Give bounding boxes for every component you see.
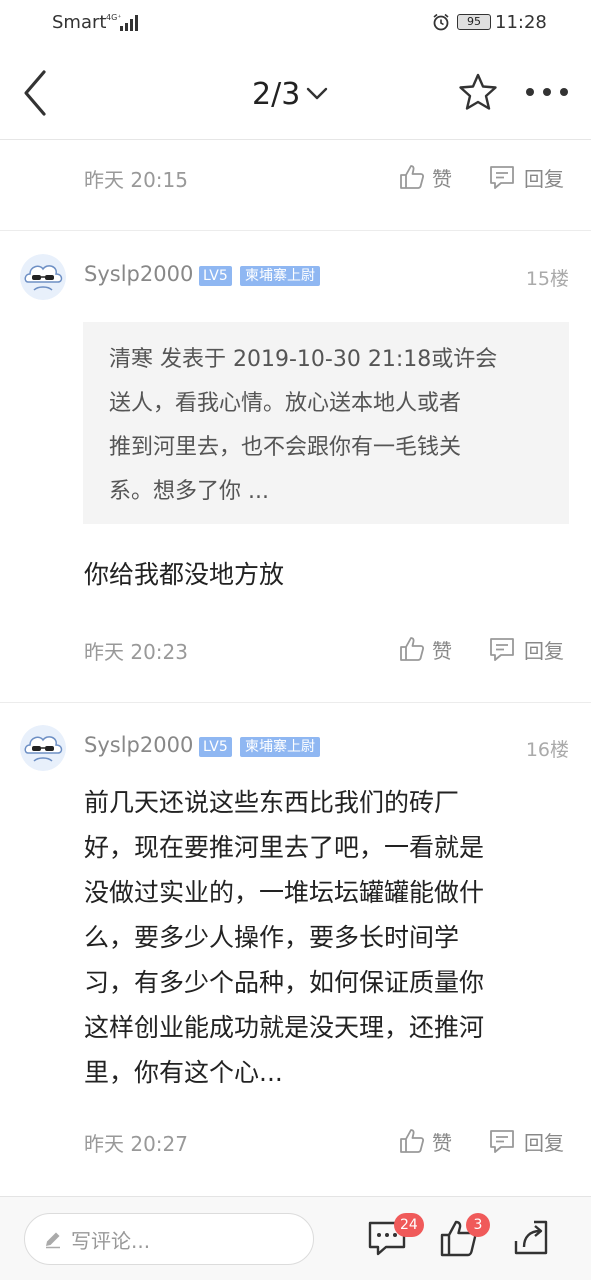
floor-number: 16楼 xyxy=(525,739,569,761)
comment-icon xyxy=(490,166,514,189)
comment-input[interactable]: 写评论... xyxy=(24,1213,314,1265)
quote-line: 系。想多了你 ... xyxy=(109,479,269,504)
reply-button[interactable]: 回复 xyxy=(488,632,564,666)
post-header: Syslp2000 LV5 柬埔寨上尉 15楼 xyxy=(0,252,591,302)
like-label: 赞 xyxy=(432,1130,452,1155)
title-badge: 柬埔寨上尉 xyxy=(240,266,320,286)
reply-label: 回复 xyxy=(524,1130,564,1155)
thumbs-up-icon xyxy=(400,165,425,189)
bottom-action-bar: 写评论... 24 3 xyxy=(0,1196,591,1280)
post-body-line: 你给我都没地方放 xyxy=(84,560,285,589)
back-icon[interactable] xyxy=(18,68,54,118)
reply-label: 回复 xyxy=(524,638,564,663)
more-icon[interactable] xyxy=(524,84,570,100)
chevron-down-icon xyxy=(307,87,328,100)
quote-line: 清寒 发表于 2019-10-30 21:18或许会 xyxy=(109,347,498,372)
top-nav-bar: 2/3 xyxy=(0,46,591,140)
post-time: 昨天 20:23 xyxy=(84,640,188,664)
reply-button[interactable]: 回复 xyxy=(488,1124,564,1158)
like-label: 赞 xyxy=(432,638,452,663)
post-meta-row: 昨天 20:27 赞 回复 xyxy=(0,1122,591,1162)
post-meta-row: 昨天 20:23 赞 回复 xyxy=(0,630,591,670)
network-type-label: 4G⁺ xyxy=(106,13,122,22)
like-button[interactable]: 赞 xyxy=(398,1124,452,1158)
post-body-line: 前几天还说这些东西比我们的砖厂 xyxy=(84,788,460,817)
avatar-cloud-icon xyxy=(20,254,66,300)
post-time: 昨天 20:27 xyxy=(84,1132,188,1156)
level-badge: LV5 xyxy=(199,266,232,286)
signal-icon: 4G⁺ xyxy=(106,13,138,31)
reply-button[interactable]: 回复 xyxy=(488,160,564,194)
clock: 11:28 xyxy=(495,12,547,33)
page-indicator: 2/3 xyxy=(252,76,301,112)
share-icon[interactable] xyxy=(510,1217,552,1259)
comment-placeholder: 写评论... xyxy=(71,1228,151,1253)
title-badge: 柬埔寨上尉 xyxy=(240,737,320,757)
reply-label: 回复 xyxy=(524,166,564,191)
post-body-line: 这样创业能成功就是没天理，还推河 xyxy=(84,1013,485,1042)
page-selector[interactable]: 2/3 xyxy=(252,74,328,114)
post-body-line: 没做过实业的，一堆坛坛罐罐能做什 xyxy=(84,878,485,907)
comment-icon xyxy=(490,638,514,661)
alarm-icon xyxy=(433,13,449,31)
quote-block: 清寒 发表于 2019-10-30 21:18或许会 送人，看我心情。放心送本地… xyxy=(83,322,569,524)
divider xyxy=(0,230,591,231)
avatar-cloud-icon xyxy=(20,725,66,771)
post-meta-row: 昨天 20:15 赞 回复 xyxy=(0,158,591,198)
username[interactable]: Syslp2000 xyxy=(84,262,193,286)
comment-icon xyxy=(490,1130,514,1153)
carrier-label: Smart xyxy=(52,12,107,33)
quote-line: 推到河里去，也不会跟你有一毛钱关 xyxy=(109,435,462,460)
divider xyxy=(0,702,591,703)
post-body-line: 好，现在要推河里去了吧，一看就是 xyxy=(84,833,485,862)
username[interactable]: Syslp2000 xyxy=(84,733,193,757)
post-body-line: 习，有多少个品种，如何保证质量你 xyxy=(84,968,485,997)
battery-icon: 95 xyxy=(457,14,491,30)
avatar[interactable] xyxy=(20,725,66,771)
quote-line: 送人，看我心情。放心送本地人或者 xyxy=(109,391,462,416)
like-button[interactable]: 赞 xyxy=(398,160,452,194)
post-body: 你给我都没地方放 xyxy=(84,552,554,597)
post-body-line: 么，要多少人操作，要多长时间学 xyxy=(84,923,460,952)
like-count-badge: 3 xyxy=(466,1213,490,1237)
post-time: 昨天 20:15 xyxy=(84,168,188,192)
like-label: 赞 xyxy=(432,166,452,191)
floor-number: 15楼 xyxy=(525,268,569,290)
avatar[interactable] xyxy=(20,254,66,300)
star-icon[interactable] xyxy=(458,72,498,112)
like-button[interactable]: 赞 xyxy=(398,632,452,666)
post-header: Syslp2000 LV5 柬埔寨上尉 16楼 xyxy=(0,723,591,773)
post-body: 前几天还说这些东西比我们的砖厂 好，现在要推河里去了吧，一看就是 没做过实业的，… xyxy=(84,780,554,1095)
post-body-line: 里，你有这个心... xyxy=(84,1058,283,1087)
thumbs-up-icon xyxy=(400,637,425,661)
comment-count-badge: 24 xyxy=(394,1213,424,1237)
pencil-icon xyxy=(46,1232,60,1249)
level-badge: LV5 xyxy=(199,737,232,757)
thumbs-up-icon xyxy=(400,1129,425,1153)
status-bar: Smart 4G⁺ 95 11:28 xyxy=(0,0,591,46)
